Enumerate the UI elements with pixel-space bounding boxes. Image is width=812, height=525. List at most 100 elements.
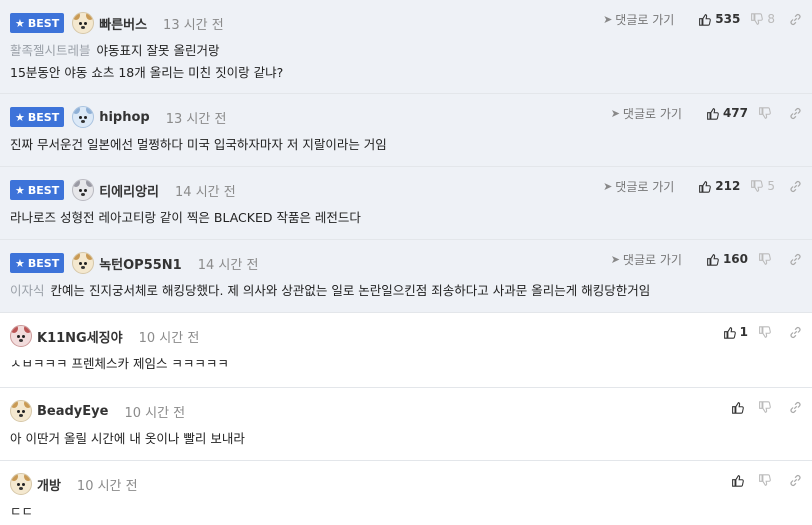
thumbs-down-icon [759,400,771,413]
timestamp: 14 시간 전 [175,184,236,200]
upvote-button[interactable] [731,474,748,487]
comment-body: ㅅㅂㅋㅋㅋ 프렌체스카 제임스 ㅋㅋㅋㅋㅋ [10,353,229,375]
downvote-button[interactable] [758,400,775,414]
comment-line: ㄷㄷ [10,504,34,519]
best-badge: ★ BEST [10,13,65,33]
reply-link-label: 댓글로 가기 [615,12,675,27]
comment-line: 진짜 무서운건 일본에선 멀쩡하다 미국 입국하자마자 저 지랄이라는 거임 [10,137,387,152]
comment-line: 라나로즈 성형전 레아고티랑 같이 찍은 BLACKED 작품은 레전드다 [10,210,361,225]
arrow-icon: ➤ [610,252,620,266]
thumbs-up-icon [707,107,719,120]
best-badge-label: BEST [27,16,60,30]
avatar[interactable] [10,473,32,495]
comment-text: 야동표지 잘못 올린거랑 [96,43,220,58]
upvote-button[interactable]: 535 [698,12,740,26]
link-icon[interactable] [789,13,802,26]
downvote-button[interactable] [758,252,775,266]
comment-actions [721,471,802,489]
comment-text: 칸예는 진지궁서체로 해킹당했다. 제 의사와 상관없는 일로 논란일으킨점 죄… [50,283,651,298]
avatar[interactable] [10,325,32,347]
star-icon: ★ [15,110,25,124]
comment-line: ㅅㅂㅋㅋㅋ 프렌체스카 제임스 ㅋㅋㅋㅋㅋ [10,356,229,371]
comment-header: K11NG세징야 10 시간 전 [10,324,199,348]
nickname[interactable]: K11NG세징야 [37,327,123,346]
thumbs-down-icon [759,473,771,486]
upvote-button[interactable]: 212 [698,179,740,193]
nickname[interactable]: hiphop [99,110,150,125]
arrow-icon: ➤ [603,12,613,26]
timestamp: 13 시간 전 [163,17,224,33]
avatar[interactable] [72,252,95,274]
comment-item: ★ BEST 녹턴OP55N1 14 시간 전 ➤ 댓글로 가기 160 이자식 칸예… [0,240,812,313]
nickname[interactable]: 빠른버스 [99,14,147,33]
link-icon[interactable] [789,107,802,120]
comment-body: 활족젤시트레블 야동표지 잘못 올린거랑 15분동안 야동 쇼츠 18개 올리는 … [10,40,283,84]
comment-actions [721,398,802,416]
nickname[interactable]: 개방 [37,475,61,494]
reply-link-label: 댓글로 가기 [615,179,675,194]
timestamp: 10 시간 전 [138,330,200,346]
upvote-button[interactable]: 1 [723,325,748,339]
thumbs-up-icon [707,253,719,266]
reply-link-label: 댓글로 가기 [622,106,682,121]
reply-link[interactable]: ➤ 댓글로 가기 [611,251,682,268]
comment-body: 아 이딴거 올릴 시간에 내 옷이나 빨리 보내라 [10,428,245,450]
comment-actions: 1 [713,323,802,341]
arrow-icon: ➤ [610,106,620,120]
thumbs-up-icon [723,326,736,339]
comment-line: 아 이딴거 올릴 시간에 내 옷이나 빨리 보내라 [10,431,245,446]
cited-user[interactable]: 이자식 [10,283,45,298]
comment-actions: ➤ 댓글로 가기 160 [611,250,802,268]
comment-line: 이자식 칸예는 진지궁서체로 해킹당했다. 제 의사와 상관없는 일로 논란일으킨… [10,280,650,302]
nickname[interactable]: 녹턴OP55N1 [99,254,182,273]
link-icon[interactable] [789,474,802,487]
nickname[interactable]: BeadyEye [37,404,108,419]
best-badge-label: BEST [27,183,60,197]
upvote-button[interactable]: 477 [706,106,748,120]
comment-list: ★ BEST 빠른버스 13 시간 전 ➤ 댓글로 가기 535 8 활족젤시트레블… [0,0,812,525]
downvote-button[interactable] [758,106,775,120]
downvote-button[interactable] [758,473,775,487]
star-icon: ★ [15,256,25,270]
comment-body: 진짜 무서운건 일본에선 멀쩡하다 미국 입국하자마자 저 지랄이라는 거임 [10,134,387,156]
downvote-button[interactable]: 8 [750,12,775,26]
reply-link[interactable]: ➤ 댓글로 가기 [611,105,682,122]
link-icon[interactable] [789,326,802,339]
timestamp: 13 시간 전 [165,111,227,127]
nickname[interactable]: 티에리앙리 [99,181,159,200]
comment-header: ★ BEST 빠른버스 13 시간 전 [10,11,224,35]
avatar[interactable] [72,179,95,201]
reply-link[interactable]: ➤ 댓글로 가기 [603,11,674,28]
avatar[interactable] [72,106,95,128]
upvote-button[interactable]: 160 [706,252,748,266]
comment-item: K11NG세징야 10 시간 전 1 ㅅㅂㅋㅋㅋ 프렌체스카 제임스 ㅋㅋㅋㅋㅋ [0,313,812,388]
link-icon[interactable] [789,401,802,414]
comment-header: BeadyEye 10 시간 전 [10,399,185,423]
upvote-button[interactable] [731,401,748,414]
downvote-count: 5 [767,179,775,193]
thumbs-up-icon [732,401,744,414]
comment-actions: ➤ 댓글로 가기 212 5 [603,177,802,195]
thumbs-up-icon [732,474,744,487]
downvote-button[interactable]: 5 [750,179,775,193]
best-badge: ★ BEST [10,107,65,127]
comment-line: 15분동안 야동 쇼츠 18개 올리는 미친 짓이랑 같냐? [10,65,284,80]
star-icon: ★ [15,16,25,30]
downvote-count: 8 [767,12,775,26]
avatar[interactable] [10,400,32,422]
cited-user[interactable]: 활족젤시트레블 [10,43,91,58]
downvote-button[interactable] [758,325,775,339]
reply-link[interactable]: ➤ 댓글로 가기 [603,178,674,195]
avatar[interactable] [72,12,95,34]
link-icon[interactable] [789,180,802,193]
star-icon: ★ [15,183,25,197]
best-badge: ★ BEST [10,180,65,200]
upvote-count: 160 [722,252,748,266]
thumbs-down-icon [759,325,771,338]
comment-line: 활족젤시트레블 야동표지 잘못 올린거랑 [10,40,283,62]
comment-body: ㄷㄷ [10,501,33,523]
upvote-count: 212 [715,179,741,193]
link-icon[interactable] [789,253,802,266]
comment-header: ★ BEST 녹턴OP55N1 14 시간 전 [10,251,258,275]
upvote-count: 535 [715,12,741,26]
